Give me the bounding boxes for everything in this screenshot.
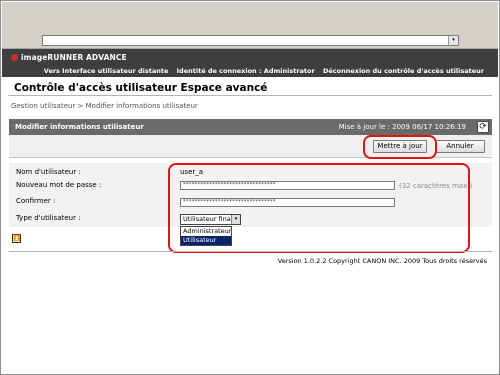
browser-toolbar: ▾ bbox=[2, 2, 498, 49]
footer-divider bbox=[9, 251, 492, 252]
cancel-button[interactable]: Annuler bbox=[435, 140, 485, 153]
browser-window: ▾ imageRUNNER ADVANCE Vers Interface uti… bbox=[0, 0, 500, 375]
footer-copyright: Version 1.0.2.2 Copyright CANON INC. 200… bbox=[277, 257, 487, 265]
link-logout[interactable]: Déconnexion du contrôle d'accès utilisat… bbox=[323, 67, 484, 75]
address-bar[interactable]: ▾ bbox=[42, 35, 459, 46]
brand-name: imageRUNNER ADVANCE bbox=[21, 53, 127, 62]
page-title-bar: Contrôle d'accès utilisateur Espace avan… bbox=[8, 79, 492, 96]
last-update: Mise à jour le : 2009 06/17 10:26:19 bbox=[338, 123, 466, 131]
link-remote-ui[interactable]: Vers Interface utilisateur distante bbox=[44, 67, 169, 75]
new-password-label: Nouveau mot de passe : bbox=[16, 181, 102, 189]
header-banner: imageRUNNER ADVANCE Vers Interface utili… bbox=[2, 49, 498, 77]
refresh-icon[interactable]: ⟳ bbox=[477, 121, 489, 133]
username-label: Nom d'utilisateur : bbox=[16, 168, 81, 176]
confirm-label: Confirmer : bbox=[16, 197, 56, 205]
address-dropdown-icon[interactable]: ▾ bbox=[448, 36, 458, 45]
page-title: Contrôle d'accès utilisateur Espace avan… bbox=[14, 82, 268, 94]
top-links: Vers Interface utilisateur distante Iden… bbox=[38, 67, 484, 75]
panel-title: Modifier informations utilisateur bbox=[15, 123, 144, 131]
breadcrumb: Gestion utilisateur > Modifier informati… bbox=[11, 102, 198, 110]
panel-header: Modifier informations utilisateur Mise à… bbox=[9, 119, 492, 135]
highlight-form-fields bbox=[168, 163, 470, 253]
user-type-label: Type d'utilisateur : bbox=[16, 214, 81, 222]
highlight-update-button bbox=[363, 135, 437, 159]
login-identity: Identité de connexion : Administrator bbox=[176, 67, 315, 75]
canon-logo-icon bbox=[11, 54, 18, 61]
back-to-top-icon[interactable]: ⏫ bbox=[12, 234, 21, 243]
